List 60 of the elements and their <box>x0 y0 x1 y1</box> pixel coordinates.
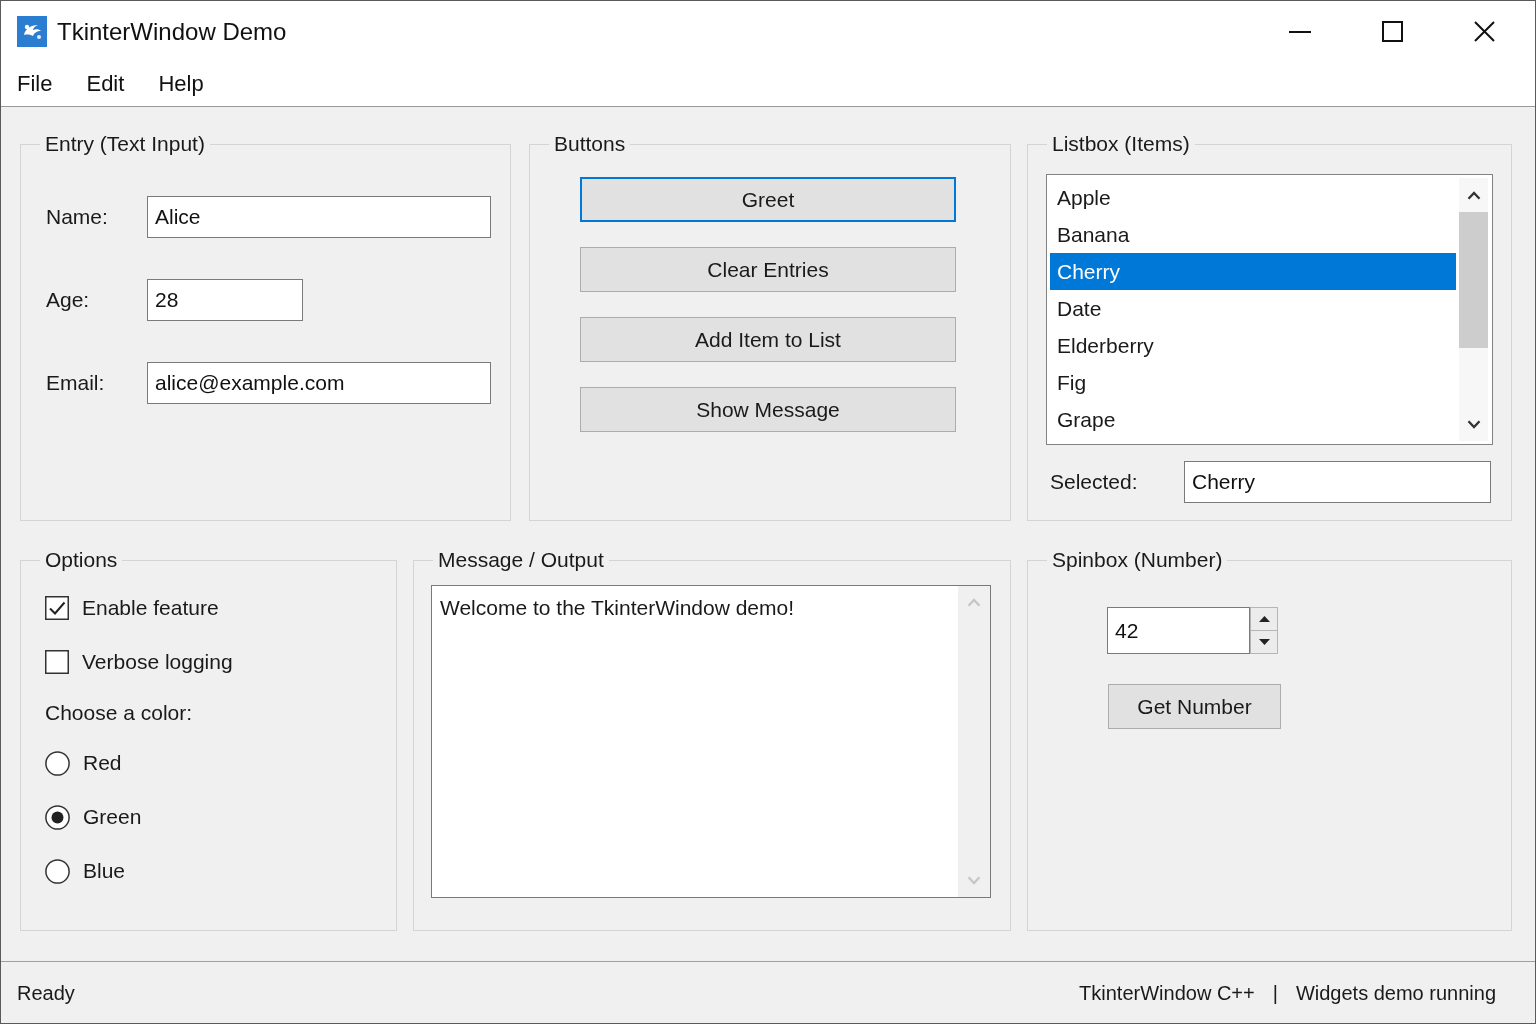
menu-item[interactable]: Edit <box>86 70 125 98</box>
app-icon <box>17 16 47 47</box>
push-button[interactable]: Add Item to List <box>580 317 956 362</box>
close-icon <box>1473 21 1495 42</box>
status-separator: | <box>1272 980 1278 1006</box>
text-field[interactable]: 28 <box>147 279 303 321</box>
output-text: Welcome to the TkinterWindow demo! <box>440 596 795 619</box>
checkbox[interactable] <box>45 596 69 620</box>
text-field[interactable]: Cherry <box>1184 461 1491 503</box>
list-item[interactable]: Cherry <box>1050 253 1456 290</box>
radio-button[interactable] <box>45 858 70 884</box>
window-title: TkinterWindow Demo <box>57 16 287 47</box>
triangle-up-icon <box>1258 616 1270 622</box>
group-title: Options <box>44 547 119 573</box>
radio-button[interactable] <box>45 804 70 830</box>
group-caption: Choose a color: <box>45 699 193 726</box>
push-button[interactable]: Clear Entries <box>580 247 956 292</box>
list-item[interactable]: Apple <box>1050 179 1456 216</box>
radio-button[interactable] <box>45 750 70 776</box>
text-field[interactable]: alice@example.com <box>147 362 491 404</box>
menu-item[interactable]: File <box>17 70 53 98</box>
chevron-up-icon[interactable] <box>1466 190 1481 200</box>
field-label: Selected: <box>1050 469 1139 495</box>
field-label: Name: <box>46 204 108 230</box>
checkbox-label: Verbose logging <box>82 649 233 675</box>
list-item[interactable]: Grape <box>1050 401 1456 438</box>
radio-label: Red <box>83 750 122 776</box>
group-title: Buttons <box>553 131 627 157</box>
group-title: Message / Output <box>437 547 605 573</box>
list-item[interactable]: Banana <box>1050 216 1456 253</box>
scrollbar[interactable] <box>1459 178 1488 441</box>
status-text: TkinterWindow C++ <box>1079 980 1255 1006</box>
chevron-down-icon[interactable] <box>1466 419 1481 429</box>
triangle-down-icon <box>1258 639 1270 645</box>
spin-down-button[interactable] <box>1250 631 1278 654</box>
checkbox-label: Enable feature <box>82 595 219 621</box>
list-item[interactable]: Date <box>1050 290 1456 327</box>
menu-item[interactable]: Help <box>158 70 204 98</box>
minimize-icon <box>1289 30 1311 33</box>
field-label: Email: <box>46 370 105 396</box>
status-text: Widgets demo running <box>1295 980 1496 1006</box>
push-button[interactable]: Get Number <box>1108 684 1281 729</box>
status-text: Ready <box>17 980 75 1006</box>
text-area[interactable]: Welcome to the TkinterWindow demo! <box>431 585 991 898</box>
push-button[interactable]: Greet <box>580 177 956 222</box>
group-title: Spinbox (Number) <box>1051 547 1224 573</box>
group-title: Entry (Text Input) <box>44 131 206 157</box>
group-title: Listbox (Items) <box>1051 131 1191 157</box>
field-label: Age: <box>46 287 90 313</box>
maximize-icon <box>1381 21 1403 42</box>
list-item[interactable]: Elderberry <box>1050 327 1456 364</box>
spin-up-button[interactable] <box>1250 607 1278 631</box>
radio-label: Blue <box>83 858 126 884</box>
spinbox-field[interactable]: 42 <box>1107 607 1250 654</box>
text-field[interactable]: Alice <box>147 196 491 238</box>
list-item[interactable]: Fig <box>1050 364 1456 401</box>
radio-label: Green <box>83 804 142 830</box>
push-button[interactable]: Show Message <box>580 387 956 432</box>
checkbox[interactable] <box>45 650 69 674</box>
scrollbar-thumb[interactable] <box>1459 212 1488 348</box>
